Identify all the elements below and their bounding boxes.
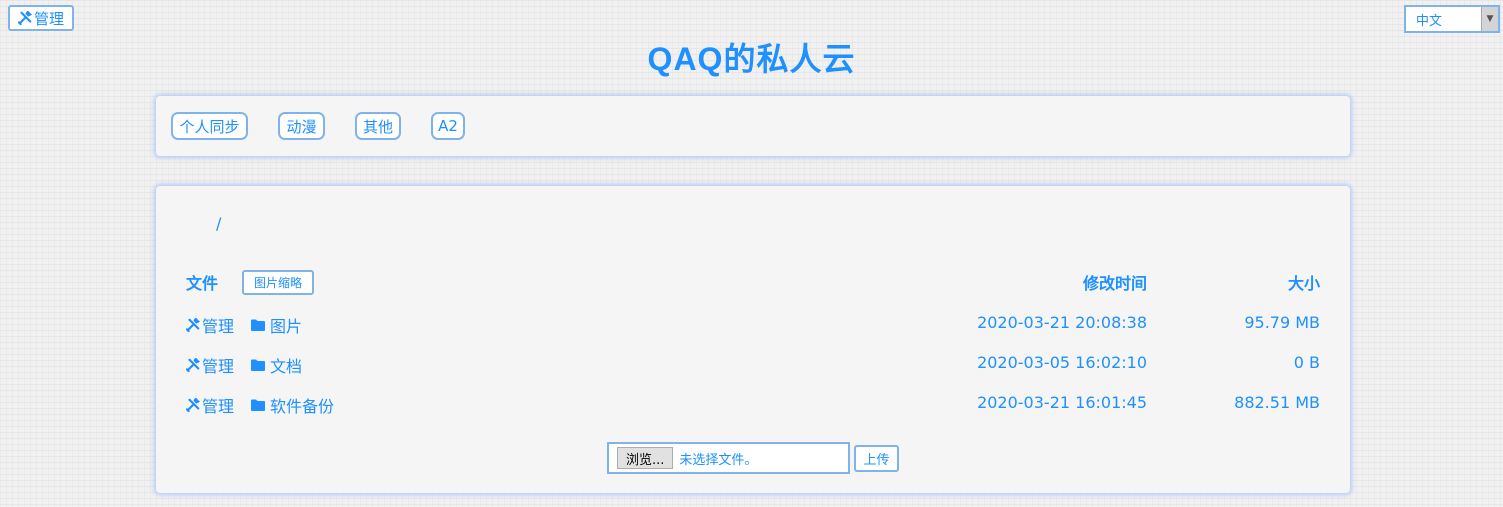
language-select[interactable]: 中文 ▼ bbox=[1404, 5, 1500, 33]
manage-label: 管理 bbox=[202, 357, 235, 376]
folder-name: 软件备份 bbox=[270, 397, 335, 416]
tag-other[interactable]: 其他 bbox=[355, 112, 401, 140]
chevron-down-icon: ▼ bbox=[1481, 7, 1498, 31]
folder-name: 图片 bbox=[270, 317, 303, 336]
column-file[interactable]: 文件 bbox=[186, 270, 218, 294]
file-panel: / 文件 图片缩略 修改时间 大小 管理 图片 2020-03-21 20:08… bbox=[156, 186, 1350, 493]
tools-icon bbox=[186, 358, 200, 372]
thumbnail-button[interactable]: 图片缩略 bbox=[242, 270, 314, 295]
folder-icon bbox=[251, 319, 265, 331]
manage-label: 管理 bbox=[202, 317, 235, 336]
admin-button[interactable]: 管理 bbox=[8, 5, 74, 31]
upload-button[interactable]: 上传 bbox=[854, 445, 899, 472]
modified-time: 2020-03-21 20:08:38 bbox=[977, 313, 1147, 332]
table-row: 管理 文档 2020-03-05 16:02:10 0 B bbox=[156, 353, 1350, 377]
table-row: 管理 图片 2020-03-21 20:08:38 95.79 MB bbox=[156, 313, 1350, 337]
tag-a2[interactable]: A2 bbox=[431, 112, 465, 140]
tag-anime[interactable]: 动漫 bbox=[278, 112, 325, 140]
browse-button[interactable]: 浏览... bbox=[617, 447, 674, 469]
file-status: 未选择文件。 bbox=[679, 452, 758, 468]
column-modified[interactable]: 修改时间 bbox=[1083, 270, 1147, 294]
table-row: 管理 软件备份 2020-03-21 16:01:45 882.51 MB bbox=[156, 393, 1350, 417]
file-size: 0 B bbox=[1293, 353, 1320, 372]
manage-label: 管理 bbox=[202, 397, 235, 416]
folder-link[interactable]: 文档 bbox=[251, 353, 302, 377]
folder-icon bbox=[251, 399, 265, 411]
file-size: 882.51 MB bbox=[1234, 393, 1320, 412]
row-manage-button[interactable]: 管理 bbox=[186, 393, 234, 417]
file-size: 95.79 MB bbox=[1244, 313, 1320, 332]
folder-link[interactable]: 图片 bbox=[251, 313, 302, 337]
tools-icon bbox=[186, 318, 200, 332]
site-title: QAQ的私人云 bbox=[647, 41, 856, 77]
language-value: 中文 bbox=[1416, 13, 1443, 29]
category-panel: 个人同步 动漫 其他 A2 bbox=[156, 96, 1350, 156]
admin-label: 管理 bbox=[33, 9, 64, 28]
modified-time: 2020-03-05 16:02:10 bbox=[977, 353, 1147, 372]
row-manage-button[interactable]: 管理 bbox=[186, 313, 234, 337]
folder-name: 文档 bbox=[270, 357, 303, 376]
tools-icon bbox=[17, 11, 32, 25]
column-size[interactable]: 大小 bbox=[1288, 270, 1320, 294]
row-manage-button[interactable]: 管理 bbox=[186, 353, 234, 377]
tools-icon bbox=[186, 398, 200, 412]
tag-personal-sync[interactable]: 个人同步 bbox=[171, 112, 248, 140]
file-input[interactable]: 浏览... 未选择文件。 bbox=[607, 442, 850, 474]
folder-icon bbox=[251, 359, 265, 371]
breadcrumb[interactable]: / bbox=[216, 214, 221, 233]
folder-link[interactable]: 软件备份 bbox=[251, 393, 334, 417]
modified-time: 2020-03-21 16:01:45 bbox=[977, 393, 1147, 412]
